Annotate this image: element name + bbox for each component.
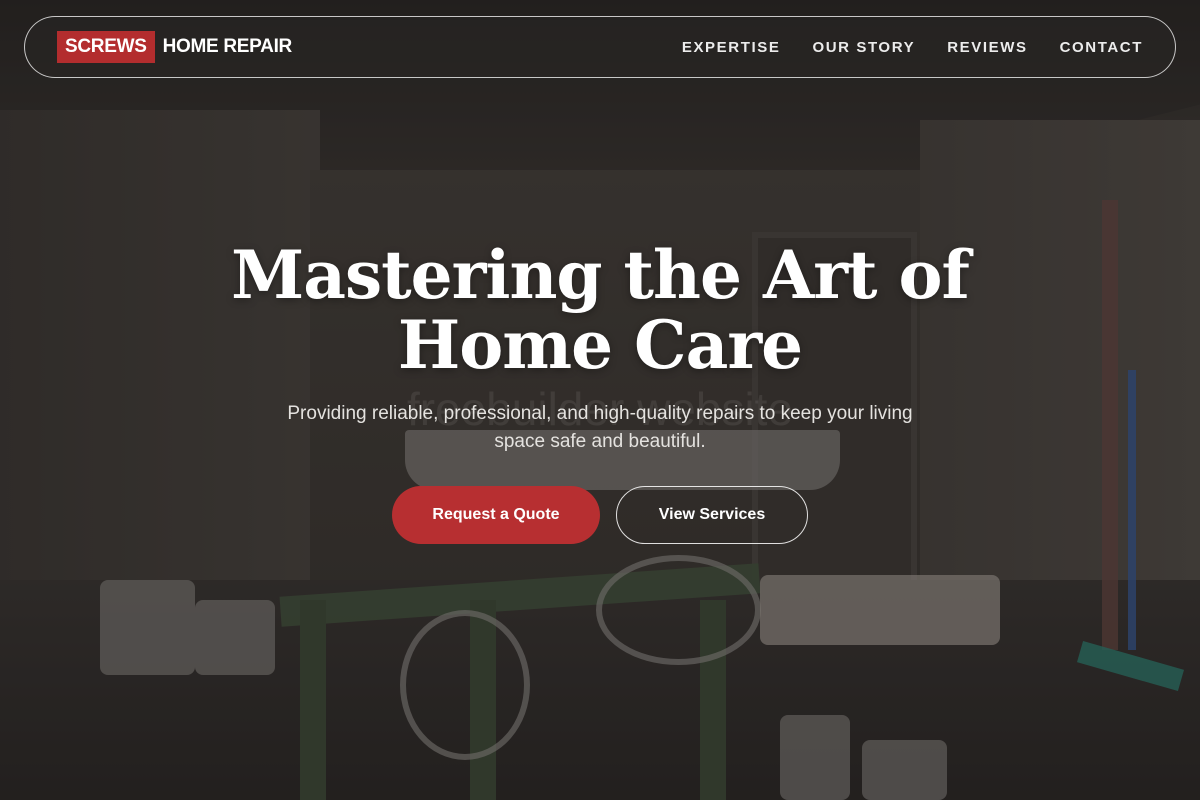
view-services-button[interactable]: View Services bbox=[616, 486, 808, 544]
nav-link-reviews[interactable]: REVIEWS bbox=[947, 39, 1027, 56]
request-quote-button[interactable]: Request a Quote bbox=[392, 486, 600, 544]
nav-link-our-story[interactable]: OUR STORY bbox=[812, 39, 915, 56]
hero-title-line-2: Home Care bbox=[397, 306, 803, 384]
hero-title: Mastering the Art of Home Care bbox=[0, 240, 1200, 380]
hero-title-line-1: Mastering the Art of bbox=[231, 236, 970, 314]
navbar: SCREWS HOME REPAIR EXPERTISE OUR STORY R… bbox=[24, 16, 1176, 78]
hero-section: freebuilder website Mastering the Art of… bbox=[0, 240, 1200, 544]
brand-name: HOME REPAIR bbox=[162, 36, 293, 57]
hero-subtitle: Providing reliable, professional, and hi… bbox=[287, 403, 913, 452]
nav-links: EXPERTISE OUR STORY REVIEWS CONTACT bbox=[682, 39, 1143, 56]
nav-link-expertise[interactable]: EXPERTISE bbox=[682, 39, 781, 56]
nav-link-contact[interactable]: CONTACT bbox=[1060, 39, 1143, 56]
hero-actions: Request a Quote View Services bbox=[0, 486, 1200, 544]
brand-logo[interactable]: SCREWS HOME REPAIR bbox=[57, 31, 292, 63]
brand-badge: SCREWS bbox=[57, 31, 155, 63]
